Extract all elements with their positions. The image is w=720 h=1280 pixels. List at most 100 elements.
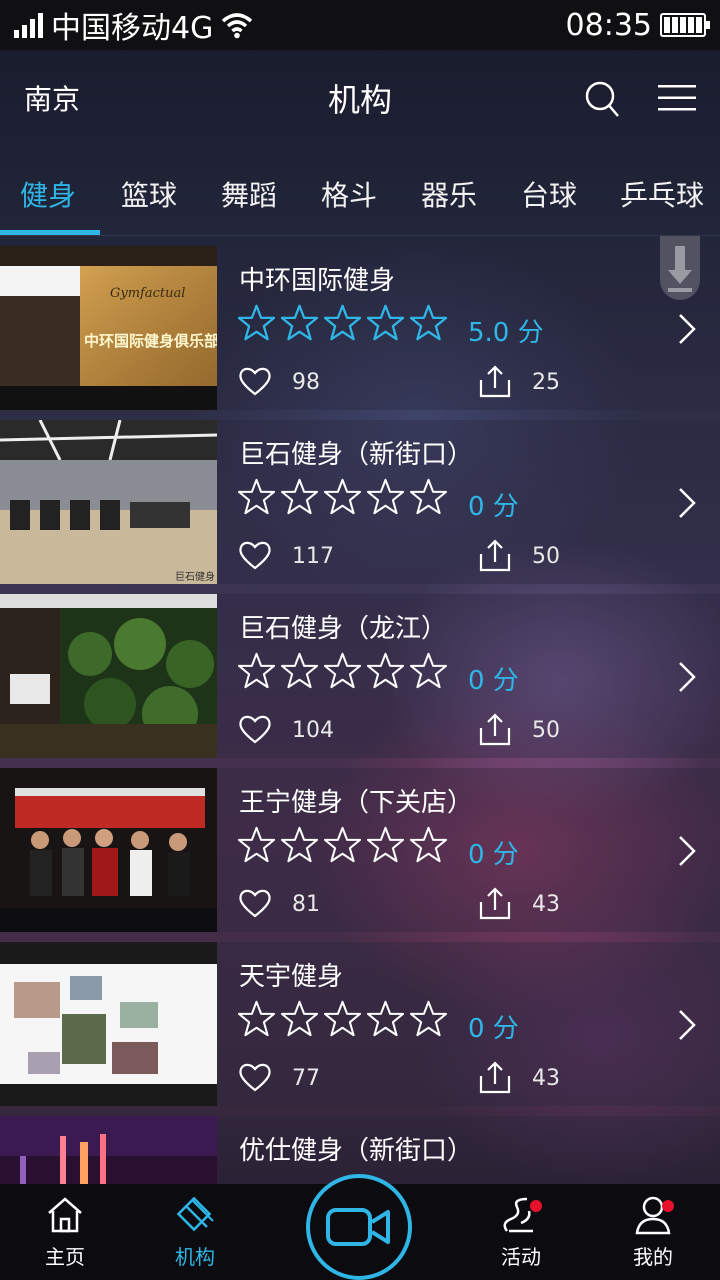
chevron-right-icon — [679, 1010, 696, 1040]
share-count: 25 — [532, 370, 560, 395]
thumbnail-watermark: 巨石健身 — [175, 572, 215, 583]
star-icon — [324, 304, 361, 341]
venue-name: 天宇健身 — [239, 962, 344, 992]
venue-name: 中环国际健身 — [239, 266, 396, 296]
scroll-top-handle[interactable] — [660, 236, 700, 300]
like-count: 117 — [292, 544, 334, 569]
top-bar: 机构 南京 — [0, 50, 720, 146]
tab-basketball[interactable]: 篮球 — [121, 174, 177, 214]
heart-icon[interactable] — [238, 714, 272, 744]
star-icon — [367, 826, 404, 863]
share-icon[interactable] — [478, 1060, 512, 1094]
star-icon — [324, 652, 361, 689]
share-icon[interactable] — [478, 886, 512, 920]
home-icon — [48, 1197, 82, 1233]
chevron-right-icon — [679, 662, 696, 692]
venue-card[interactable]: 王宁健身（下关店） 0 分 81 43 — [0, 768, 720, 932]
rating-score: 5.0 分 — [468, 318, 544, 348]
heart-icon[interactable] — [238, 1062, 272, 1092]
nav-label: 机构 — [175, 1245, 215, 1269]
nav-activity[interactable]: 活动 — [466, 1184, 576, 1280]
share-icon[interactable] — [478, 538, 512, 572]
like-count: 81 — [292, 892, 320, 917]
share-icon[interactable] — [478, 364, 512, 398]
star-icon — [324, 826, 361, 863]
tab-billiards[interactable]: 台球 — [521, 174, 577, 214]
thumbnail-sign-text: 中环国际健身俱乐部 — [84, 332, 217, 350]
rating-stars — [238, 652, 447, 689]
tab-combat[interactable]: 格斗 — [321, 174, 377, 214]
star-icon — [410, 652, 447, 689]
venue-thumbnail — [0, 1116, 217, 1184]
venue-thumbnail — [0, 768, 217, 932]
star-icon — [281, 826, 318, 863]
tab-dance[interactable]: 舞蹈 — [221, 174, 277, 214]
star-icon — [281, 1000, 318, 1037]
tab-table-tennis[interactable]: 乒乓球 — [620, 174, 704, 214]
venue-card[interactable]: 巨石健身 巨石健身（新街口） 0 分 117 50 — [0, 420, 720, 584]
star-icon — [238, 652, 275, 689]
city-selector[interactable]: 南京 — [24, 78, 80, 118]
star-icon — [367, 478, 404, 515]
nav-label: 主页 — [45, 1245, 85, 1269]
status-bar: 中国移动4G 08:35 — [0, 0, 720, 50]
tab-instrument[interactable]: 器乐 — [421, 174, 477, 214]
star-icon — [410, 1000, 447, 1037]
star-icon — [410, 826, 447, 863]
nav-venue[interactable]: 机构 — [140, 1184, 250, 1280]
battery-icon — [660, 13, 710, 37]
rating-stars — [238, 478, 447, 515]
category-tabs: 健身 篮球 舞蹈 格斗 器乐 台球 乒乓球 — [0, 146, 720, 236]
heart-icon[interactable] — [238, 366, 272, 396]
chevron-right-icon — [679, 488, 696, 518]
venue-card[interactable]: 巨石健身（龙江） 0 分 104 50 — [0, 594, 720, 758]
menu-icon[interactable] — [658, 84, 696, 112]
star-icon — [367, 652, 404, 689]
venue-card[interactable]: 天宇健身 0 分 77 43 — [0, 942, 720, 1106]
star-icon — [324, 1000, 361, 1037]
star-icon — [238, 826, 275, 863]
venue-name: 王宁健身（下关店） — [239, 788, 474, 818]
share-count: 43 — [532, 892, 560, 917]
tab-fitness[interactable]: 健身 — [20, 174, 76, 214]
star-icon — [410, 478, 447, 515]
carrier-label: 中国移动4G — [51, 11, 214, 46]
venue-thumbnail — [0, 594, 217, 758]
rating-score: 0 分 — [468, 492, 519, 522]
tab-underline — [0, 230, 100, 235]
star-icon — [281, 652, 318, 689]
venue-thumbnail: Gymfactual 中环国际健身俱乐部 — [0, 246, 217, 410]
share-icon[interactable] — [478, 712, 512, 746]
chevron-right-icon — [679, 836, 696, 866]
nav-home[interactable]: 主页 — [10, 1184, 120, 1280]
arrow-down-icon — [668, 246, 692, 292]
nav-label: 活动 — [501, 1245, 541, 1269]
video-camera-icon — [326, 1208, 390, 1246]
venue-card[interactable]: Gymfactual 中环国际健身俱乐部 中环国际健身 5.0 分 98 25 — [0, 246, 720, 410]
heart-icon[interactable] — [238, 888, 272, 918]
signal-icon — [14, 12, 43, 38]
venue-name: 巨石健身（新街口） — [239, 440, 474, 470]
thumbnail-logo: Gymfactual — [110, 286, 186, 301]
nav-profile[interactable]: 我的 — [598, 1184, 708, 1280]
wifi-icon — [222, 13, 253, 39]
record-video-button[interactable] — [306, 1174, 412, 1280]
search-icon[interactable] — [584, 80, 620, 120]
nav-label: 我的 — [633, 1245, 673, 1269]
venue-name: 优仕健身（新街口） — [239, 1136, 474, 1166]
star-icon — [238, 478, 275, 515]
venue-name: 巨石健身（龙江） — [239, 614, 448, 644]
like-count: 104 — [292, 718, 334, 743]
venue-thumbnail: 巨石健身 — [0, 420, 217, 584]
rating-score: 0 分 — [468, 840, 519, 870]
like-count: 98 — [292, 370, 320, 395]
heart-icon[interactable] — [238, 540, 272, 570]
star-icon — [238, 1000, 275, 1037]
rating-stars — [238, 304, 447, 341]
star-icon — [281, 304, 318, 341]
share-count: 50 — [532, 718, 560, 743]
star-icon — [410, 304, 447, 341]
rating-score: 0 分 — [468, 1014, 519, 1044]
chevron-right-icon — [679, 314, 696, 344]
like-count: 77 — [292, 1066, 320, 1091]
